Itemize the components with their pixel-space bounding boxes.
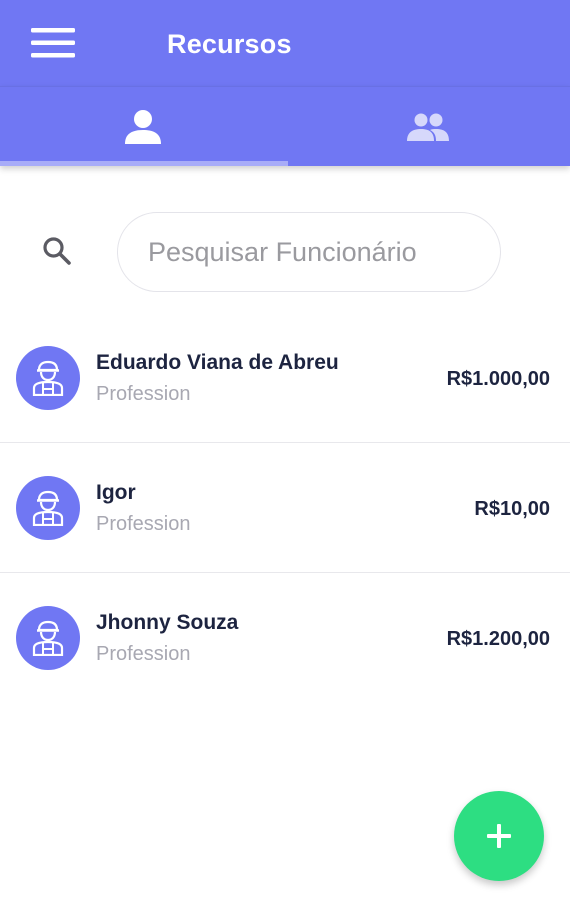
employee-profession: Profession (96, 513, 191, 535)
avatar (16, 606, 80, 670)
search-input[interactable] (148, 213, 488, 291)
search-icon (43, 237, 71, 265)
person-icon (124, 110, 161, 144)
employee-name: Eduardo Viana de Abreu (96, 351, 339, 374)
avatar (16, 476, 80, 540)
employee-value: R$10,00 (474, 498, 550, 520)
menu-button[interactable] (22, 16, 84, 70)
employee-list: Eduardo Viana de Abreu Profession R$1.00… (0, 313, 570, 703)
list-item[interactable]: Eduardo Viana de Abreu Profession R$1.00… (0, 313, 570, 443)
worker-icon (32, 360, 64, 396)
plus-icon (487, 824, 511, 848)
employee-profession: Profession (96, 643, 191, 665)
employee-value: R$1.000,00 (446, 368, 550, 390)
worker-icon (32, 620, 64, 656)
employee-name: Igor (96, 481, 136, 504)
add-employee-button[interactable] (454, 791, 544, 881)
tab-group[interactable] (285, 87, 570, 167)
hamburger-menu-icon (31, 28, 75, 58)
app-bar: Recursos (0, 0, 570, 86)
avatar (16, 346, 80, 410)
group-icon (406, 113, 449, 141)
active-tab-indicator (0, 161, 288, 166)
employee-name: Jhonny Souza (96, 611, 239, 634)
search-field (117, 212, 501, 292)
worker-icon (32, 490, 64, 526)
list-item[interactable]: Jhonny Souza Profession R$1.200,00 (0, 573, 570, 703)
page-title: Recursos (167, 29, 292, 59)
list-item[interactable]: Igor Profession R$10,00 (0, 443, 570, 573)
employee-profession: Profession (96, 383, 191, 405)
employee-value: R$1.200,00 (446, 628, 550, 650)
search-button[interactable] (34, 228, 80, 274)
tab-individual[interactable] (0, 87, 285, 167)
tab-bar (0, 86, 570, 166)
